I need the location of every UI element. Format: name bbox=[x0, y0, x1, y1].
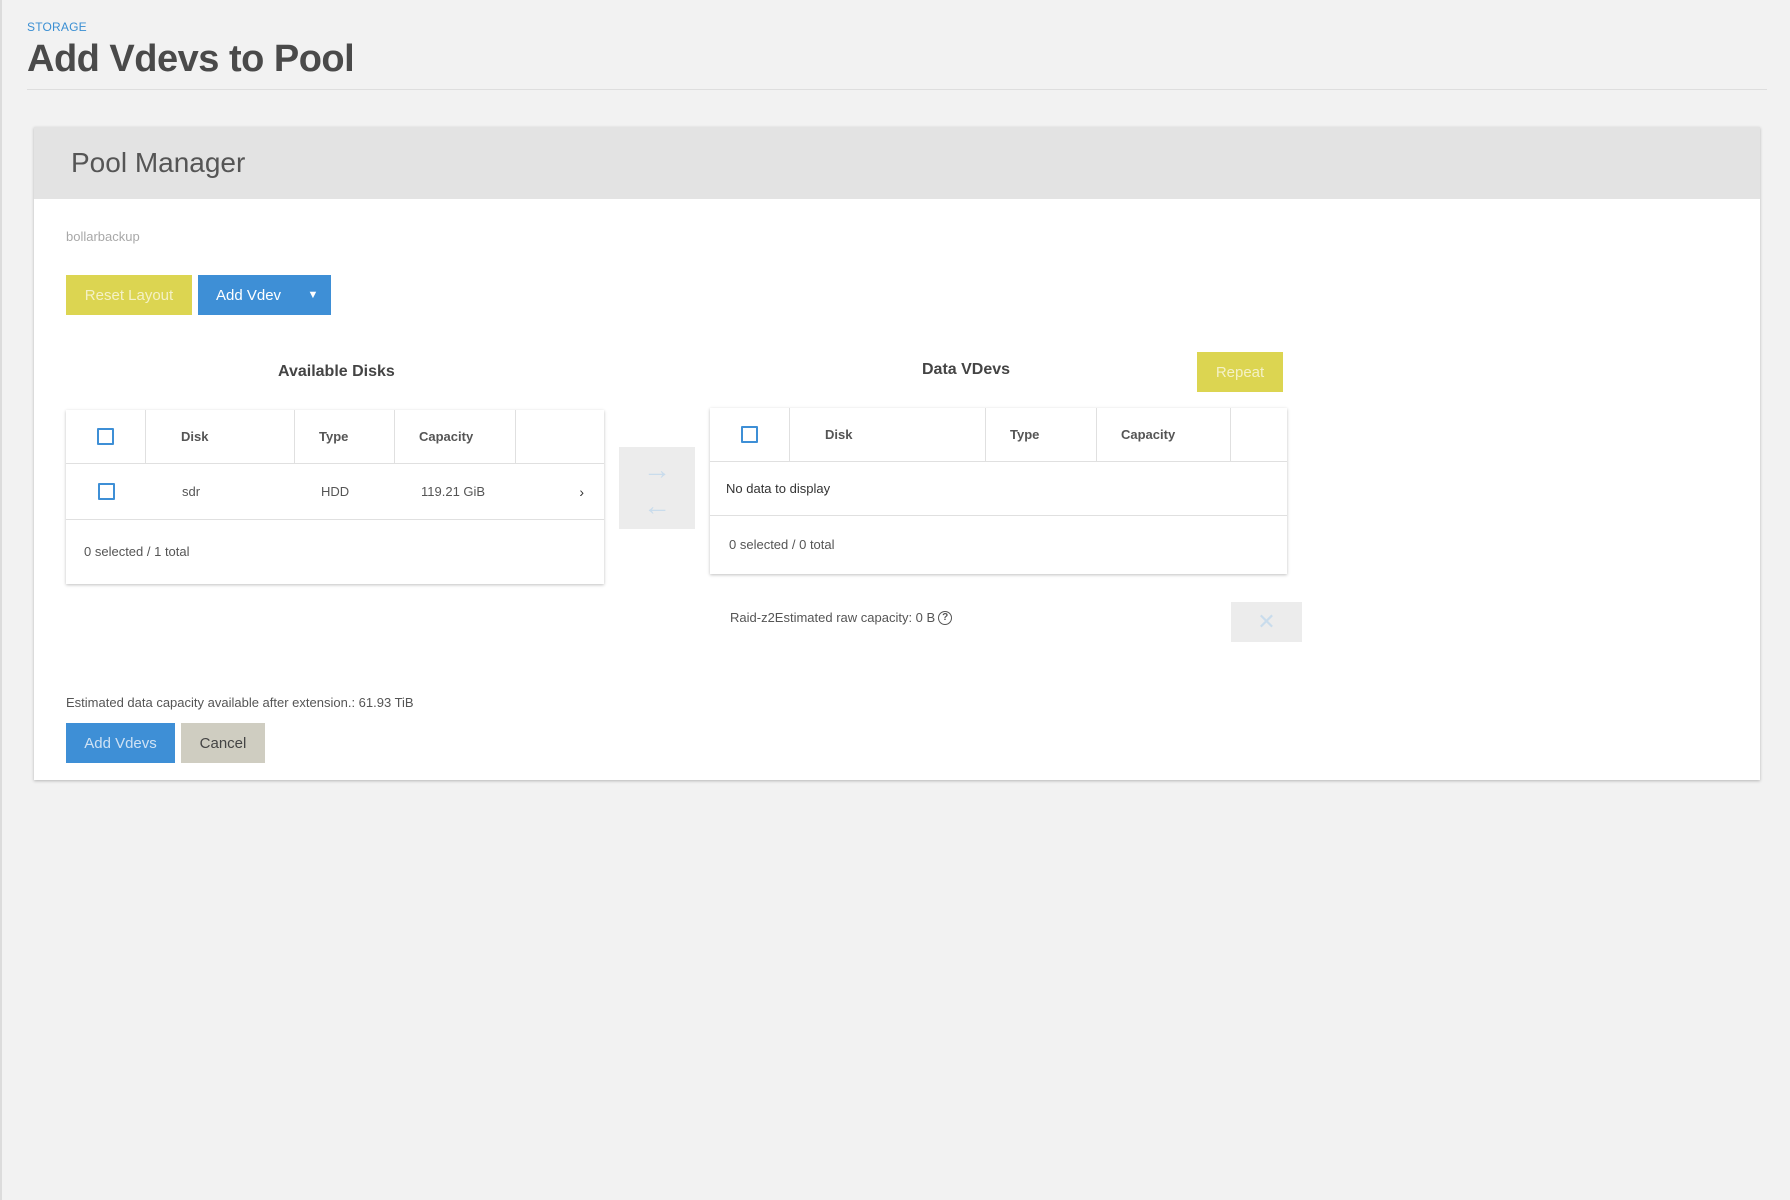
caret-down-icon[interactable]: ▼ bbox=[295, 275, 331, 315]
data-vdevs-title: Data VDevs bbox=[922, 361, 1011, 378]
pool-name-field[interactable]: bollarbackup bbox=[66, 229, 140, 244]
column-header-type[interactable]: Type bbox=[986, 408, 1097, 461]
add-vdev-button[interactable]: Add Vdev ▼ bbox=[198, 275, 331, 315]
remove-vdev-button[interactable]: ✕ bbox=[1231, 602, 1302, 642]
chevron-right-icon[interactable]: › bbox=[516, 484, 604, 500]
close-icon[interactable]: ✕ bbox=[1257, 609, 1275, 635]
column-header-disk[interactable]: Disk bbox=[790, 408, 986, 461]
row-checkbox[interactable] bbox=[97, 483, 115, 500]
vdev-info-text: Raid-z2Estimated raw capacity: 0 B bbox=[730, 610, 936, 625]
left-border bbox=[0, 0, 2, 1200]
breadcrumb[interactable]: STORAGE bbox=[27, 20, 1767, 34]
table-header: Disk Type Capacity bbox=[710, 408, 1287, 462]
column-header-actions bbox=[1231, 408, 1287, 461]
select-all-cell bbox=[710, 408, 790, 461]
card-title: Pool Manager bbox=[71, 147, 246, 178]
add-vdev-label[interactable]: Add Vdev bbox=[198, 275, 295, 315]
arrow-left-icon[interactable]: ← bbox=[643, 491, 671, 521]
column-header-disk[interactable]: Disk bbox=[146, 410, 295, 463]
column-header-type[interactable]: Type bbox=[295, 410, 395, 463]
disk-cell: sdr bbox=[182, 484, 201, 499]
empty-message: No data to display bbox=[710, 462, 1287, 516]
arrow-right-icon[interactable]: → bbox=[643, 455, 671, 485]
reset-layout-button[interactable]: Reset Layout bbox=[66, 275, 192, 315]
pool-manager-card: Pool Manager bollarbackup Reset Layout A… bbox=[34, 127, 1760, 780]
select-all-checkbox[interactable] bbox=[97, 428, 114, 445]
page-header: STORAGE Add Vdevs to Pool bbox=[27, 20, 1767, 90]
estimated-capacity-text: Estimated data capacity available after … bbox=[66, 695, 414, 710]
type-cell: HDD bbox=[321, 484, 350, 499]
column-header-actions bbox=[516, 410, 604, 463]
add-vdevs-button[interactable]: Add Vdevs bbox=[66, 723, 175, 763]
row-select-cell bbox=[66, 483, 146, 500]
available-disks-title: Available Disks bbox=[278, 363, 395, 380]
repeat-button[interactable]: Repeat bbox=[1197, 352, 1283, 392]
cancel-button[interactable]: Cancel bbox=[181, 723, 265, 763]
column-header-capacity[interactable]: Capacity bbox=[1097, 408, 1231, 461]
column-header-capacity[interactable]: Capacity bbox=[395, 410, 516, 463]
table-footer: 0 selected / 0 total bbox=[729, 536, 835, 552]
page-title: Add Vdevs to Pool bbox=[27, 38, 355, 80]
available-disks-table: Disk Type Capacity sdr HDD 119.21 GiB › … bbox=[66, 410, 604, 584]
capacity-cell: 119.21 GiB bbox=[421, 484, 486, 499]
data-vdevs-table: Disk Type Capacity No data to display 0 … bbox=[710, 408, 1287, 574]
move-buttons: → ← bbox=[619, 447, 695, 529]
table-row[interactable]: sdr HDD 119.21 GiB › bbox=[66, 464, 604, 520]
select-all-checkbox[interactable] bbox=[741, 426, 758, 443]
card-header: Pool Manager bbox=[34, 127, 1760, 199]
vdev-info: Raid-z2Estimated raw capacity: 0 B ? bbox=[730, 610, 953, 625]
table-header: Disk Type Capacity bbox=[66, 410, 604, 464]
select-all-cell bbox=[66, 410, 146, 463]
table-footer: 0 selected / 1 total bbox=[84, 543, 190, 559]
help-circle-icon[interactable]: ? bbox=[938, 610, 953, 625]
